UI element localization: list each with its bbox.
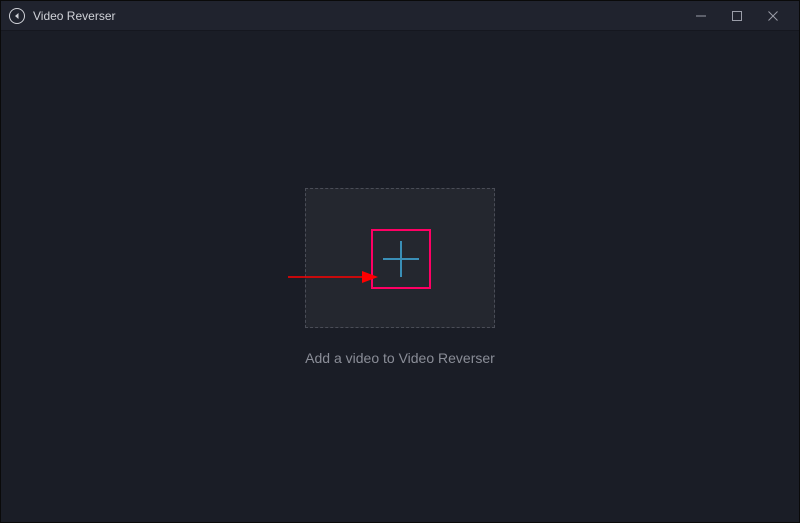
close-icon xyxy=(767,10,779,22)
add-video-dropzone[interactable] xyxy=(305,188,495,328)
titlebar-left: Video Reverser xyxy=(9,8,116,24)
main-content: Add a video to Video Reverser xyxy=(1,31,799,522)
minimize-icon xyxy=(695,10,707,22)
app-icon xyxy=(9,8,25,24)
annotation-highlight-box xyxy=(371,229,431,289)
app-title: Video Reverser xyxy=(33,9,116,23)
maximize-icon xyxy=(731,10,743,22)
plus-icon xyxy=(379,237,423,281)
maximize-button[interactable] xyxy=(719,1,755,31)
window-controls xyxy=(683,1,791,31)
titlebar: Video Reverser xyxy=(1,1,799,31)
instruction-text: Add a video to Video Reverser xyxy=(305,350,495,366)
minimize-button[interactable] xyxy=(683,1,719,31)
close-button[interactable] xyxy=(755,1,791,31)
